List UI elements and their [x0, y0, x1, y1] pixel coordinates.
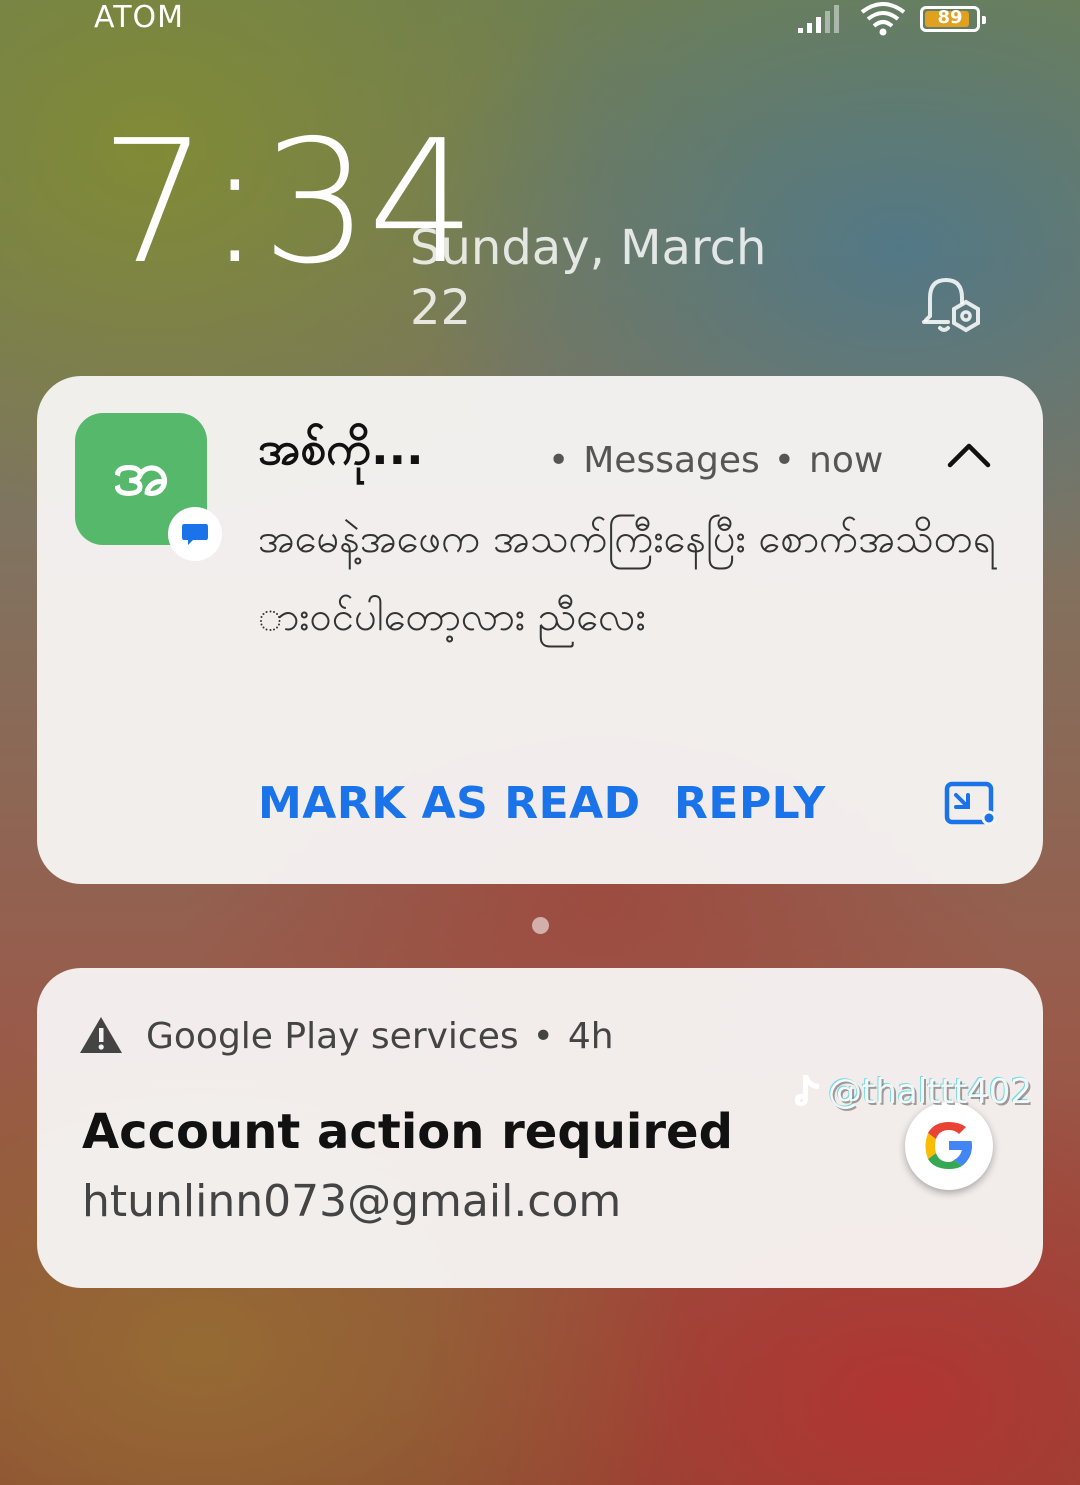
message-app-name: Messages [583, 440, 760, 481]
lockscreen-date: Sunday, March 22 [410, 218, 810, 338]
collapse-chevron-icon[interactable] [946, 440, 992, 470]
page-indicator-dot [532, 917, 549, 934]
separator-dot: • [532, 1016, 554, 1057]
tiktok-logo-icon [795, 1075, 819, 1106]
mark-as-read-button[interactable]: MARK AS READ [258, 778, 641, 829]
bubble-window-icon[interactable] [944, 781, 998, 827]
battery-icon: 89 [920, 6, 986, 32]
message-body: အမေနဲ့အဖေက အသက်ကြီးနေပြီး စောက်အသိတရားဝင… [258, 516, 996, 640]
tiktok-watermark: @thalttt402 [790, 1072, 1032, 1112]
status-bar: ATOM 89 [0, 0, 1080, 40]
warning-icon [80, 1017, 122, 1053]
google-play-title: Account action required [82, 1104, 733, 1160]
carrier-label: ATOM [94, 0, 185, 35]
messages-badge [168, 507, 222, 561]
reply-button[interactable]: REPLY [674, 778, 826, 829]
google-logo-icon [905, 1102, 993, 1190]
watermark-handle: @thalttt402 [828, 1072, 1033, 1112]
message-sender: အစ်ကို... [258, 421, 424, 475]
separator-dot: • [548, 440, 570, 481]
date-line-2: 22 [410, 280, 472, 336]
signal-icon [798, 5, 839, 33]
message-meta: • Messages • now [548, 440, 883, 481]
chat-bubble-icon [182, 524, 208, 545]
wifi-icon [860, 2, 906, 36]
separator-dot: • [773, 440, 796, 481]
status-icons: 89 [796, 2, 986, 36]
google-play-time: 4h [567, 1016, 614, 1057]
battery-percent: 89 [937, 7, 963, 28]
notification-settings-icon[interactable] [918, 272, 988, 338]
message-time: now [809, 440, 884, 481]
google-play-meta: Google Play services • 4h [146, 1016, 614, 1057]
google-account-email: htunlinn073@gmail.com [82, 1176, 622, 1227]
date-line-1: Sunday, March [410, 220, 767, 276]
google-play-app-name: Google Play services [146, 1016, 519, 1057]
